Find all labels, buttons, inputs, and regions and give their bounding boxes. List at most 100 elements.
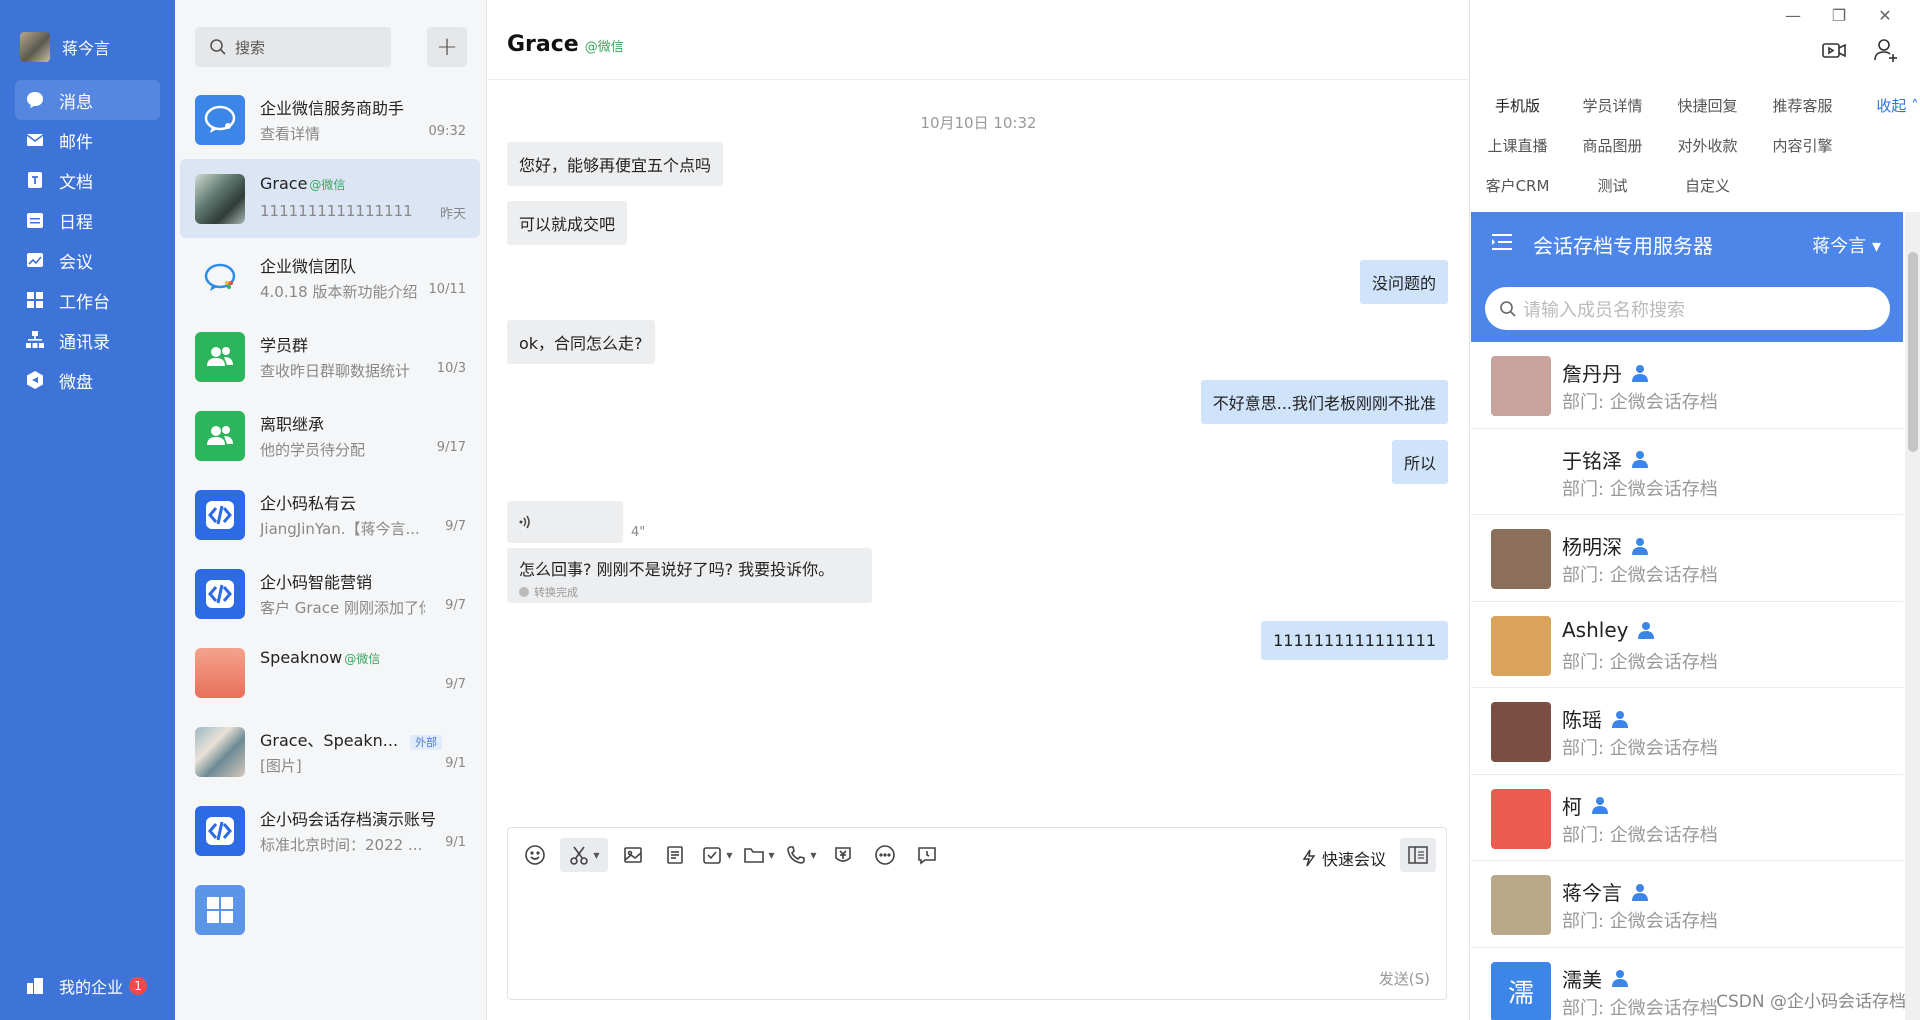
- conversation-time: 9/1: [445, 834, 466, 850]
- message-bubble[interactable]: 没问题的: [1359, 260, 1448, 304]
- message-bubble[interactable]: 所以: [1391, 440, 1448, 484]
- member-row[interactable]: Ashley 部门: 企微会话存档: [1471, 602, 1903, 688]
- folder-icon: [744, 848, 765, 863]
- task-button[interactable]: ▼: [700, 838, 734, 872]
- conversation-item[interactable]: Grace @微信 1111111111111111 昨天: [180, 159, 480, 238]
- sidebar-toggle-button[interactable]: [1400, 838, 1436, 872]
- chevron-down-icon[interactable]: ▼: [726, 851, 732, 860]
- add-member-icon[interactable]: [1872, 36, 1900, 64]
- scrollbar[interactable]: [1905, 212, 1920, 1020]
- conversation-title: 企小码会话存档演示账号: [260, 809, 437, 829]
- current-user[interactable]: 蒋今言: [20, 32, 110, 62]
- drive-icon: [25, 370, 45, 390]
- member-name: 濡美: [1562, 964, 1630, 993]
- nav-item-workbench[interactable]: 工作台: [15, 280, 160, 320]
- app-tab[interactable]: 测试: [1565, 166, 1660, 206]
- minimize-button[interactable]: —: [1770, 6, 1816, 25]
- nav-item-mail[interactable]: 邮件: [15, 120, 160, 160]
- app-tab[interactable]: 手机版: [1470, 86, 1565, 126]
- message-composer[interactable]: ▼ ▼ ▼ ▼ 快速会议 发送(S): [507, 827, 1447, 1000]
- folder-button[interactable]: ▼: [742, 838, 776, 872]
- voice-message[interactable]: [507, 501, 623, 543]
- member-row[interactable]: 陈瑶部门: 企微会话存档: [1471, 688, 1903, 775]
- member-search-input[interactable]: 请输入成员名称搜索: [1485, 287, 1890, 330]
- member-name-text: Ashley: [1562, 617, 1629, 642]
- my-enterprise[interactable]: 我的企业 1: [25, 974, 148, 998]
- message-bubble[interactable]: 1111111111111111: [1261, 621, 1448, 660]
- search-input[interactable]: 搜索: [195, 27, 391, 67]
- app-tab[interactable]: 学员详情: [1565, 86, 1660, 126]
- conversation-item[interactable]: 企小码私有云 JiangJinYan.【蒋今言... 9/7: [180, 475, 480, 554]
- nav-item-contacts[interactable]: 通讯录: [15, 320, 160, 360]
- message-bubble[interactable]: 可以就成交吧: [507, 201, 628, 245]
- member-row[interactable]: 于铭泽 部门: 企微会话存档: [1471, 429, 1903, 515]
- grid-icon: [207, 896, 233, 923]
- member-row[interactable]: 柯部门: 企微会话存档: [1471, 775, 1903, 861]
- message-bubble[interactable]: 您好，能够再便宜五个点吗: [507, 142, 724, 186]
- avatar[interactable]: [20, 32, 50, 62]
- restore-button[interactable]: ❐: [1816, 6, 1862, 25]
- message-area: 10月10日 10:32 您好，能够再便宜五个点吗 可以就成交吧 没问题的 ok…: [487, 80, 1470, 820]
- nav-item-message[interactable]: 消息: [15, 80, 160, 120]
- member-row[interactable]: 蒋今言 部门: 企微会话存档: [1471, 861, 1903, 948]
- nav-item-drive[interactable]: 微盘: [15, 360, 160, 400]
- member-row[interactable]: 詹丹丹 部门: 企微会话存档: [1471, 342, 1903, 429]
- app-tab[interactable]: 对外收款: [1660, 126, 1755, 166]
- add-button[interactable]: +: [427, 27, 467, 67]
- conversation-preview: 客户 Grace 刚刚添加了你: [260, 598, 425, 617]
- conversation-item[interactable]: 企小码智能营销 客户 Grace 刚刚添加了你 9/7: [180, 554, 480, 633]
- payment-button[interactable]: [826, 838, 860, 872]
- avatar: [195, 489, 245, 540]
- conversation-item[interactable]: 企小码会话存档演示账号 标准北京时间：2022 ... 9/1: [180, 791, 480, 870]
- message-bubble[interactable]: 不好意思...我们老板刚刚不批准: [1200, 380, 1448, 424]
- emoji-button[interactable]: [518, 838, 552, 872]
- conversation-item[interactable]: Grace、Speakn... 外部 [图片] 9/1: [180, 712, 480, 791]
- member-name: 陈瑶: [1562, 704, 1630, 733]
- nav-item-meeting[interactable]: 会议: [15, 240, 160, 280]
- conversation-item[interactable]: 学员群 查收昨日群聊数据统计 10/3: [180, 317, 480, 396]
- conversation-item[interactable]: 企业微信服务商助手 查看详情 09:32: [180, 80, 480, 159]
- conversation-body: Grace、Speakn... 外部 [图片] 9/1: [260, 727, 480, 777]
- menu-icon[interactable]: [1491, 232, 1513, 252]
- conversation-item[interactable]: Speaknow @微信 9/7: [180, 633, 480, 712]
- chevron-down-icon[interactable]: ▼: [768, 851, 774, 860]
- send-button[interactable]: 发送(S): [1379, 968, 1430, 989]
- transcript-text: 怎么回事? 刚刚不是说好了吗? 我要投诉你。: [519, 560, 835, 579]
- close-button[interactable]: ✕: [1862, 6, 1908, 25]
- app-tab[interactable]: 商品图册: [1565, 126, 1660, 166]
- message-bubble[interactable]: ok，合同怎么走?: [507, 320, 655, 364]
- conversation-item[interactable]: 企业微信团队 4.0.18 版本新功能介绍 10/11: [180, 238, 480, 317]
- collapse-button[interactable]: 收起 ˄: [1850, 86, 1920, 126]
- conversation-title: Grace、Speakn...: [260, 730, 399, 750]
- app-tab[interactable]: 快捷回复: [1660, 86, 1755, 126]
- member-department: 部门: 企微会话存档: [1562, 738, 1718, 759]
- call-button[interactable]: ▼: [784, 838, 818, 872]
- voice-transcript[interactable]: 怎么回事? 刚刚不是说好了吗? 我要投诉你。 转换完成: [507, 548, 872, 603]
- app-tab[interactable]: 内容引擎: [1755, 126, 1850, 166]
- quick-meeting-button[interactable]: 快速会议: [1300, 846, 1386, 870]
- document-button[interactable]: [658, 838, 692, 872]
- nav-item-label: 消息: [59, 92, 93, 113]
- history-button[interactable]: [910, 838, 944, 872]
- mail-icon: [25, 130, 45, 150]
- crm-user-dropdown[interactable]: 蒋今言 ▾: [1812, 232, 1881, 258]
- conversation-item[interactable]: 离职继承 他的学员待分配 9/17: [180, 396, 480, 475]
- app-tab[interactable]: 上课直播: [1470, 126, 1565, 166]
- external-badge: 外部: [410, 734, 443, 750]
- nav-item-calendar[interactable]: 日程: [15, 200, 160, 240]
- image-button[interactable]: [616, 838, 650, 872]
- app-tab[interactable]: 自定义: [1660, 166, 1755, 206]
- chevron-down-icon[interactable]: ▼: [593, 851, 599, 860]
- member-row[interactable]: 杨明深 部门: 企微会话存档: [1471, 515, 1903, 602]
- image-icon: [624, 847, 642, 863]
- chevron-down-icon[interactable]: ▼: [810, 851, 816, 860]
- app-tab[interactable]: 客户CRM: [1470, 166, 1565, 206]
- more-button[interactable]: [868, 838, 902, 872]
- nav-item-document[interactable]: 文档: [15, 160, 160, 200]
- message-icon: [25, 90, 45, 110]
- conversation-item[interactable]: [180, 870, 480, 949]
- app-tab[interactable]: 推荐客服: [1755, 86, 1850, 126]
- video-call-icon[interactable]: [1820, 36, 1848, 64]
- scrollbar-thumb[interactable]: [1908, 252, 1918, 452]
- screenshot-button[interactable]: ▼: [560, 838, 608, 872]
